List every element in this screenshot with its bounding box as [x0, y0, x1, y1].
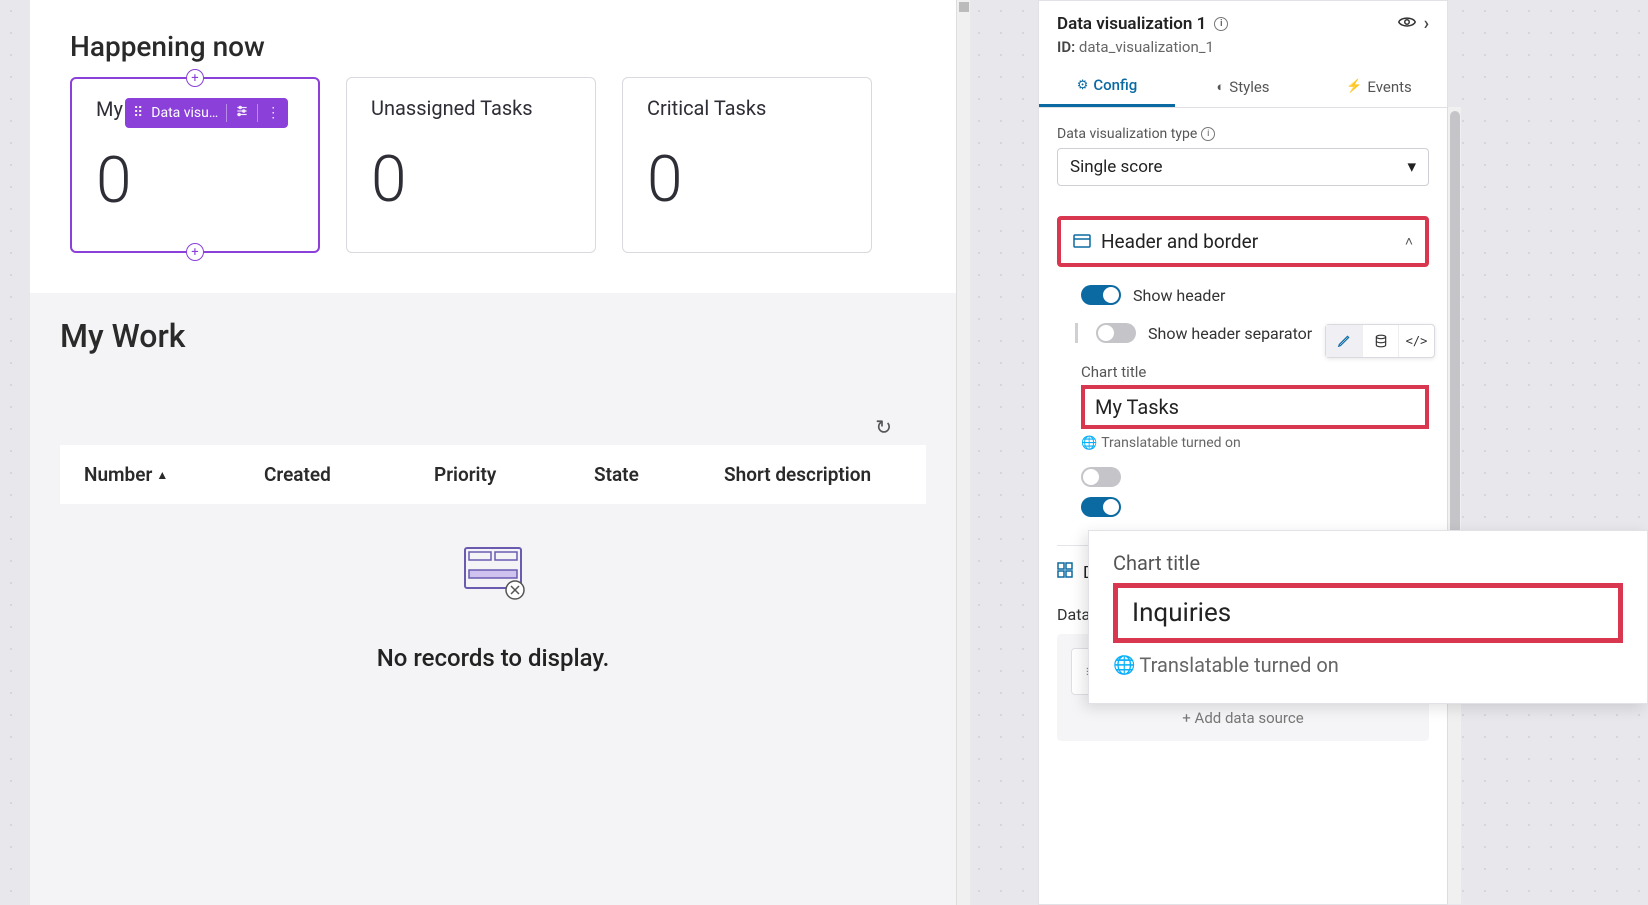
edit-mode-button[interactable]: [1326, 325, 1362, 357]
panel-scrollbar[interactable]: [1447, 107, 1461, 904]
label-text: Data visualization type: [1057, 126, 1197, 142]
empty-table-icon: [461, 544, 525, 604]
properties-panel: Data visualization 1 i › ID: data_visual…: [1038, 0, 1448, 905]
toggle-switch[interactable]: [1081, 497, 1121, 517]
translatable-text: Translatable turned on: [1101, 435, 1241, 451]
happening-title: Happening now: [70, 30, 930, 63]
select-value: Single score: [1070, 157, 1163, 177]
card-unassigned-tasks[interactable]: Unassigned Tasks 0: [346, 77, 596, 253]
tab-styles[interactable]: ◐ Styles: [1175, 66, 1311, 107]
grid-icon: [1057, 562, 1073, 583]
data-mode-button[interactable]: [1362, 325, 1398, 357]
toggle-extra-1: [1057, 467, 1429, 487]
chart-title-label: Chart title: [1113, 551, 1623, 575]
chart-title-input[interactable]: [1113, 583, 1623, 643]
card-value: 0: [96, 149, 294, 213]
tab-label: Events: [1367, 78, 1411, 96]
section-happening: Happening now ⠿ Data visu… ⋮ + My Tasks …: [30, 0, 970, 293]
viz-type-select[interactable]: Single score ▾: [1057, 148, 1429, 186]
toggle-label: Show header separator: [1148, 324, 1312, 343]
card-title: Critical Tasks: [647, 96, 847, 120]
table-header: Number ▲ Created Priority State Short de…: [60, 445, 926, 504]
section-mywork: My Work ↻ Number ▲ Created Priority Stat…: [30, 293, 956, 905]
translatable-note: 🌐 Translatable turned on: [1113, 653, 1623, 677]
code-mode-button[interactable]: </>: [1398, 325, 1434, 357]
add-below-icon[interactable]: +: [186, 243, 204, 261]
gear-icon: ⚙: [1077, 78, 1089, 93]
col-short-desc[interactable]: Short description: [724, 463, 871, 486]
refresh-icon[interactable]: ↻: [875, 415, 892, 439]
info-icon[interactable]: i: [1201, 127, 1215, 141]
toggle-switch[interactable]: [1096, 323, 1136, 343]
tab-label: Config: [1093, 76, 1137, 94]
col-label: Number: [84, 463, 152, 486]
info-icon[interactable]: i: [1214, 17, 1228, 31]
visibility-icon[interactable]: [1398, 15, 1416, 33]
panel-header: Data visualization 1 i ›: [1039, 1, 1447, 38]
drag-handle-icon[interactable]: ⠿: [133, 105, 143, 121]
card-title: Unassigned Tasks: [371, 96, 571, 120]
accordion-header-border[interactable]: Header and border ˄: [1057, 216, 1429, 267]
selection-toolbar[interactable]: ⠿ Data visu… ⋮: [125, 98, 288, 128]
accordion-label: Header and border: [1101, 230, 1258, 253]
tab-label: Styles: [1229, 78, 1269, 96]
panel-id: ID: data_visualization_1: [1039, 38, 1447, 66]
card-value: 0: [371, 148, 571, 212]
toggle-switch[interactable]: [1081, 467, 1121, 487]
toggle-label: Show header: [1133, 286, 1225, 305]
col-number[interactable]: Number ▲: [84, 463, 214, 486]
add-data-source-button[interactable]: + Add data source: [1071, 709, 1415, 727]
col-priority[interactable]: Priority: [434, 463, 544, 486]
col-state[interactable]: State: [594, 463, 674, 486]
empty-state: No records to display.: [60, 544, 926, 672]
col-created[interactable]: Created: [264, 463, 384, 486]
card-critical-tasks[interactable]: Critical Tasks 0: [622, 77, 872, 253]
translatable-text: Translatable turned on: [1139, 653, 1338, 677]
chart-title-popup: Chart title 🌐 Translatable turned on: [1088, 530, 1648, 704]
viz-type-label: Data visualization type i: [1057, 126, 1429, 142]
tab-events[interactable]: ⚡ Events: [1311, 66, 1447, 107]
chart-title-label: Chart title: [1081, 363, 1429, 381]
palette-icon: ◐: [1216, 79, 1224, 95]
chart-title-field: Chart title 🌐 Translatable turned on: [1057, 363, 1429, 451]
panel-tabs: ⚙ Config ◐ Styles ⚡ Events: [1039, 66, 1447, 108]
tab-config[interactable]: ⚙ Config: [1039, 66, 1175, 107]
panel-title: Data visualization 1: [1057, 14, 1206, 34]
globe-icon: 🌐: [1081, 436, 1097, 451]
empty-message: No records to display.: [60, 644, 926, 672]
add-above-icon[interactable]: +: [186, 69, 204, 87]
field-mode-toolbar: </>: [1325, 324, 1435, 358]
toggle-show-header: Show header: [1057, 285, 1429, 305]
selection-label: Data visu…: [151, 105, 218, 121]
settings-sliders-icon[interactable]: [235, 104, 249, 122]
mywork-title: My Work: [60, 317, 926, 355]
card-value: 0: [647, 148, 847, 212]
toggle-extra-2: [1057, 497, 1429, 517]
translatable-note: 🌐 Translatable turned on: [1081, 435, 1429, 451]
id-value: data_visualization_1: [1079, 38, 1214, 56]
chart-title-input[interactable]: [1081, 385, 1429, 429]
chevron-down-icon: ▾: [1407, 157, 1416, 177]
scroll-thumb[interactable]: [1450, 111, 1460, 541]
id-label: ID:: [1057, 38, 1075, 56]
canvas: Happening now ⠿ Data visu… ⋮ + My Tasks …: [30, 0, 970, 905]
bolt-icon: ⚡: [1346, 79, 1362, 94]
window-icon: [1073, 230, 1091, 253]
globe-icon: 🌐: [1113, 655, 1135, 676]
chevron-up-icon: ˄: [1405, 233, 1413, 250]
chevron-right-icon[interactable]: ›: [1424, 13, 1429, 34]
kebab-menu-icon[interactable]: ⋮: [266, 105, 280, 121]
toggle-switch[interactable]: [1081, 285, 1121, 305]
sort-asc-icon: ▲: [156, 468, 168, 482]
